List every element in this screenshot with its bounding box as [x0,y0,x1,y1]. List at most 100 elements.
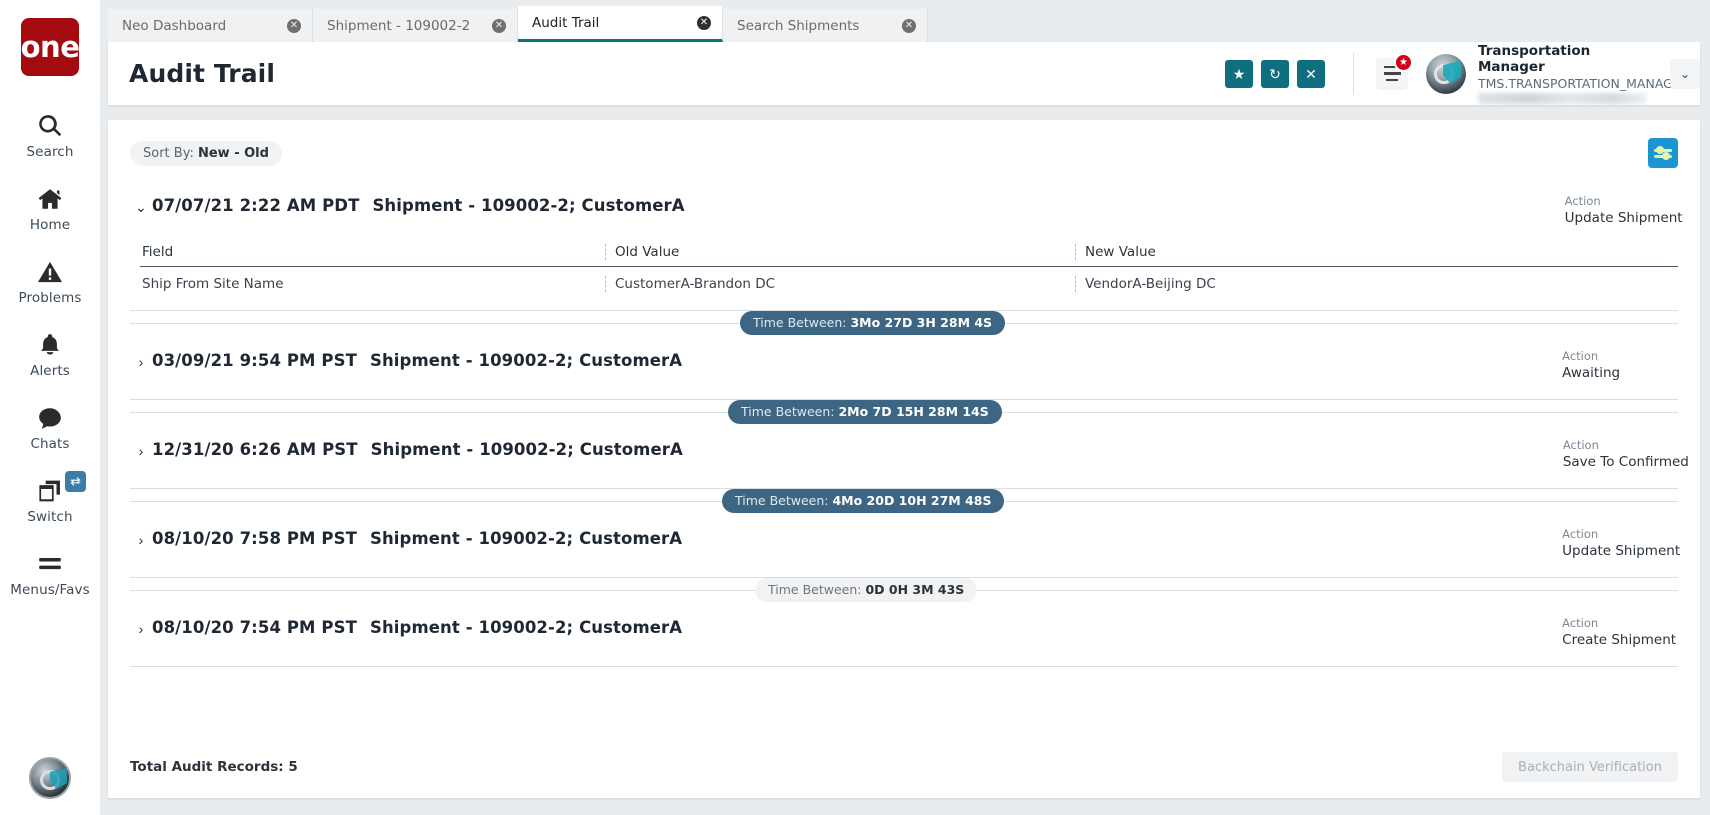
user-info[interactable]: Transportation Manager TMS.TRANSPORTATIO… [1478,43,1690,104]
action-value: Save To Confirmed [1562,454,1689,470]
avatar[interactable] [1426,53,1466,94]
rail-item-search[interactable]: Search [0,98,100,171]
tab-label: Audit Trail [532,14,600,31]
audit-record-action: Action Update Shipment [1565,194,1683,226]
audit-record-subject: Shipment - 109002-2; CustomerA [369,351,683,370]
time-between-label: Time Between: [741,404,835,419]
panel-footer: Total Audit Records: 5 Backchain Verific… [108,736,1700,798]
header-divider [1353,52,1354,95]
user-menu-caret[interactable]: ⌄ [1670,58,1700,89]
chevron-right-icon[interactable]: › [130,527,152,548]
rail-item-menus-favs[interactable]: Menus/Favs [0,536,100,609]
close-circle-icon[interactable]: ✕ [902,18,916,33]
bot-avatar-icon[interactable] [29,757,71,799]
home-icon [37,182,63,212]
total-audit-records-label: Total Audit Records: [130,759,284,775]
chevron-right-icon[interactable]: › [130,616,152,637]
warning-triangle-icon [37,255,63,285]
tab-neo-dashboard[interactable]: Neo Dashboard ✕ [108,9,313,42]
action-label: Action [1562,527,1599,541]
audit-record-action: Action Create Shipment [1562,616,1676,648]
hamburger-icon [37,547,63,577]
audit-record-action: Action Update Shipment [1562,527,1680,559]
rail-item-problems[interactable]: Problems [0,244,100,317]
rail-item-chats[interactable]: Chats [0,390,100,463]
rail-item-home[interactable]: Home [0,171,100,244]
details-header-row: Field Old Value New Value [140,244,1678,267]
audit-record-timestamp: 07/07/21 2:22 AM PDT [152,196,360,215]
audit-record-summary[interactable]: › 08/10/20 7:54 PM PST Shipment - 109002-2… [130,602,1678,666]
favorite-button[interactable]: ★ [1225,59,1253,88]
star-icon: ★ [1232,65,1246,82]
time-between-value: 3Mo 27D 3H 28M 4S [850,315,993,330]
rail-item-switch[interactable]: Switch [0,463,100,536]
tab-bar: Neo Dashboard ✕ Shipment - 109002-2 ✕ Audit … [100,0,1710,42]
total-audit-records: Total Audit Records: 5 [130,759,298,775]
backchain-verification-button[interactable]: Backchain Verification [1502,752,1678,782]
sort-by-control[interactable]: Sort By: New - Old [130,140,282,166]
audit-record-subject: Shipment - 109002-2; CustomerA [369,529,683,548]
audit-record-title: 07/07/21 2:22 AM PDT Shipment - 109002-2;… [152,194,685,215]
user-redacted-line [1478,93,1646,104]
time-between-label: Time Between: [753,315,847,330]
tab-audit-trail[interactable]: Audit Trail ✕ [518,6,723,42]
action-value: Update Shipment [1562,543,1681,559]
close-circle-icon[interactable]: ✕ [287,18,301,33]
filter-sliders-icon[interactable] [1648,138,1678,168]
close-circle-icon[interactable]: ✕ [697,15,711,30]
audit-record-summary[interactable]: › 08/10/20 7:58 PM PST Shipment - 109002-2… [130,513,1680,577]
refresh-icon: ↻ [1269,65,1281,82]
action-value: Awaiting [1562,365,1621,381]
column-header-old-value: Old Value [605,244,1075,260]
audit-record-timestamp: 12/31/20 6:26 AM PST [152,440,358,459]
time-between-value: 4Mo 20D 10H 27M 48S [832,493,992,508]
tab-label: Shipment - 109002-2 [327,17,471,34]
audit-record-summary[interactable]: › 03/09/21 9:54 PM PST Shipment - 109002-2… [130,335,1678,399]
chevron-right-icon[interactable]: › [130,438,152,459]
user-role-code: TMS.TRANSPORTATION_MANAGER [1478,76,1690,91]
tab-shipment-109002-2[interactable]: Shipment - 109002-2 ✕ [313,9,518,42]
action-label: Action [1562,349,1599,363]
change-field: Ship From Site Name [142,276,284,292]
chevron-right-icon[interactable]: › [130,349,152,370]
header-menu-wrapper: ★ [1376,52,1413,90]
rail-item-label: Search [26,144,74,160]
chat-bubble-icon [37,401,63,431]
swap-arrows-icon[interactable] [65,471,86,492]
tab-search-shipments[interactable]: Search Shipments ✕ [723,9,928,42]
sort-by-label: Sort By: [143,145,194,161]
search-icon [37,109,63,139]
rail-item-alerts[interactable]: Alerts [0,317,100,390]
tab-label: Search Shipments [737,17,860,34]
close-page-button[interactable]: ✕ [1297,59,1325,88]
table-row: Ship From Site Name CustomerA-Brandon DC V… [140,267,1678,304]
time-between-divider: Time Between: 3Mo 27D 3H 28M 4S [130,311,1678,335]
audit-record-action: Action Awaiting [1562,349,1620,381]
audit-trail-panel: Sort By: New - Old ⌄ 07/07/21 2:22 AM PDT… [108,120,1700,798]
rail-item-label: Chats [30,436,70,452]
audit-record-summary[interactable]: ⌄ 07/07/21 2:22 AM PDT Shipment - 109002-2… [130,180,1682,244]
audit-record-summary[interactable]: › 12/31/20 6:26 AM PST Shipment - 109002-2… [130,424,1689,488]
action-value: Create Shipment [1562,632,1677,648]
tab-list: Neo Dashboard ✕ Shipment - 109002-2 ✕ Audit … [100,0,1710,42]
action-label: Action [1564,194,1601,208]
close-circle-icon[interactable]: ✕ [492,18,506,33]
rail-item-label: Problems [18,290,82,306]
page-header: Audit Trail ★ ↻ ✕ ★ Transportation Manag… [108,42,1700,105]
rail-item-label: Alerts [30,363,70,379]
left-navigation-rail: one Search Home Problems Alerts Chats Switch M… [0,0,100,815]
audit-record-timestamp: 08/10/20 7:58 PM PST [152,529,357,548]
refresh-button[interactable]: ↻ [1261,59,1289,88]
audit-record: › 12/31/20 6:26 AM PST Shipment - 109002-2… [130,424,1689,489]
chevron-down-icon: ⌄ [1679,66,1691,81]
time-between-value: 0D 0H 3M 43S [865,582,965,597]
one-network-logo[interactable]: one [21,18,80,76]
bell-icon [37,328,63,358]
app-window: one Search Home Problems Alerts Chats Switch M… [0,0,1710,815]
chevron-down-icon[interactable]: ⌄ [130,194,152,216]
page-title: Audit Trail [129,59,276,88]
action-value: Update Shipment [1564,210,1683,226]
audit-record-timestamp: 08/10/20 7:54 PM PST [152,618,357,637]
audit-record-action: Action Save To Confirmed [1563,438,1689,470]
time-between-divider: Time Between: 4Mo 20D 10H 27M 48S [130,489,1678,513]
